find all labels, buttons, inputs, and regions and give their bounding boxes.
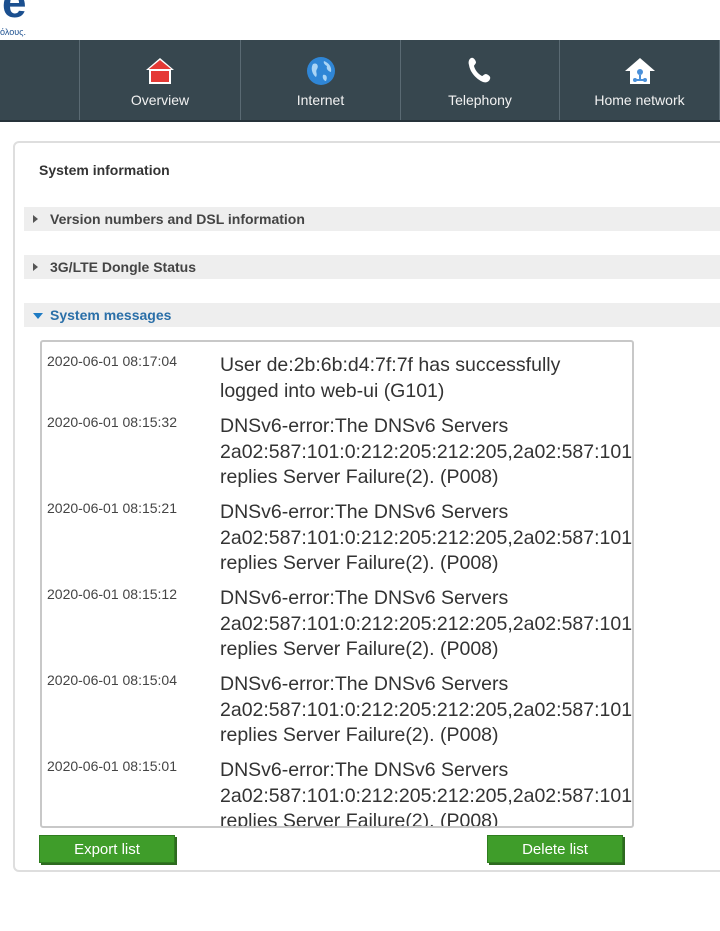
logo-tagline: όλους. — [0, 27, 26, 37]
page-title: System information — [39, 162, 170, 178]
nav-label-telephony: Telephony — [448, 92, 512, 108]
home-icon — [146, 58, 174, 84]
message-timestamp: 2020-06-01 08:15:32 — [47, 414, 177, 430]
message-text: DNSv6-error:The DNSv6 Servers 2a02:587:1… — [220, 759, 634, 828]
section-label: Version numbers and DSL information — [50, 211, 305, 227]
message-text: DNSv6-error:The DNSv6 Servers 2a02:587:1… — [220, 673, 634, 746]
section-version-dsl[interactable]: Version numbers and DSL information — [24, 207, 720, 231]
list-item: 2020-06-01 08:17:04 User de:2b:6b:d4:7f:… — [42, 353, 632, 414]
delete-list-button[interactable]: Delete list — [487, 835, 623, 863]
message-timestamp: 2020-06-01 08:15:21 — [47, 500, 177, 516]
nav-item-overview[interactable]: Overview — [79, 40, 240, 120]
system-messages-list[interactable]: 2020-06-01 08:17:04 User de:2b:6b:d4:7f:… — [40, 340, 634, 828]
expand-arrow-icon — [33, 263, 38, 271]
message-text: User de:2b:6b:d4:7f:7f has successfully … — [220, 354, 561, 402]
message-timestamp: 2020-06-01 08:15:12 — [47, 586, 177, 602]
main-navigation: Overview Internet Telephony Home network — [0, 40, 720, 122]
collapse-arrow-icon — [33, 313, 43, 319]
message-timestamp: 2020-06-01 08:15:04 — [47, 672, 177, 688]
section-label: System messages — [50, 307, 172, 323]
list-item: 2020-06-01 08:15:12 DNSv6-error:The DNSv… — [42, 586, 634, 672]
message-timestamp: 2020-06-01 08:15:01 — [47, 758, 177, 774]
section-system-messages[interactable]: System messages — [24, 303, 720, 327]
expand-arrow-icon — [33, 215, 38, 223]
export-list-button[interactable]: Export list — [39, 835, 175, 863]
nav-label-internet: Internet — [296, 92, 345, 108]
nav-item-telephony[interactable]: Telephony — [400, 40, 559, 120]
system-information-panel: System information Version numbers and D… — [13, 141, 720, 872]
message-text: DNSv6-error:The DNSv6 Servers 2a02:587:1… — [220, 501, 634, 574]
nav-item-internet[interactable]: Internet — [240, 40, 400, 120]
section-label: 3G/LTE Dongle Status — [50, 259, 196, 275]
message-text: DNSv6-error:The DNSv6 Servers 2a02:587:1… — [220, 587, 634, 660]
message-timestamp: 2020-06-01 08:17:04 — [47, 353, 177, 369]
nav-item-home-network[interactable]: Home network — [559, 40, 720, 120]
nav-label-overview: Overview — [130, 92, 190, 108]
nav-label-home-network: Home network — [594, 92, 685, 108]
list-item: 2020-06-01 08:15:01 DNSv6-error:The DNSv… — [42, 758, 634, 828]
list-item: 2020-06-01 08:15:21 DNSv6-error:The DNSv… — [42, 500, 634, 586]
message-text: DNSv6-error:The DNSv6 Servers 2a02:587:1… — [220, 415, 634, 488]
list-item: 2020-06-01 08:15:04 DNSv6-error:The DNSv… — [42, 672, 634, 758]
phone-icon — [468, 57, 491, 83]
globe-icon — [306, 57, 335, 85]
list-item: 2020-06-01 08:15:32 DNSv6-error:The DNSv… — [42, 414, 634, 500]
logo-letter: e — [2, 0, 27, 27]
home-network-icon — [624, 58, 655, 84]
brand-logo[interactable]: e όλους. — [0, 0, 60, 40]
section-lte-dongle[interactable]: 3G/LTE Dongle Status — [24, 255, 720, 279]
